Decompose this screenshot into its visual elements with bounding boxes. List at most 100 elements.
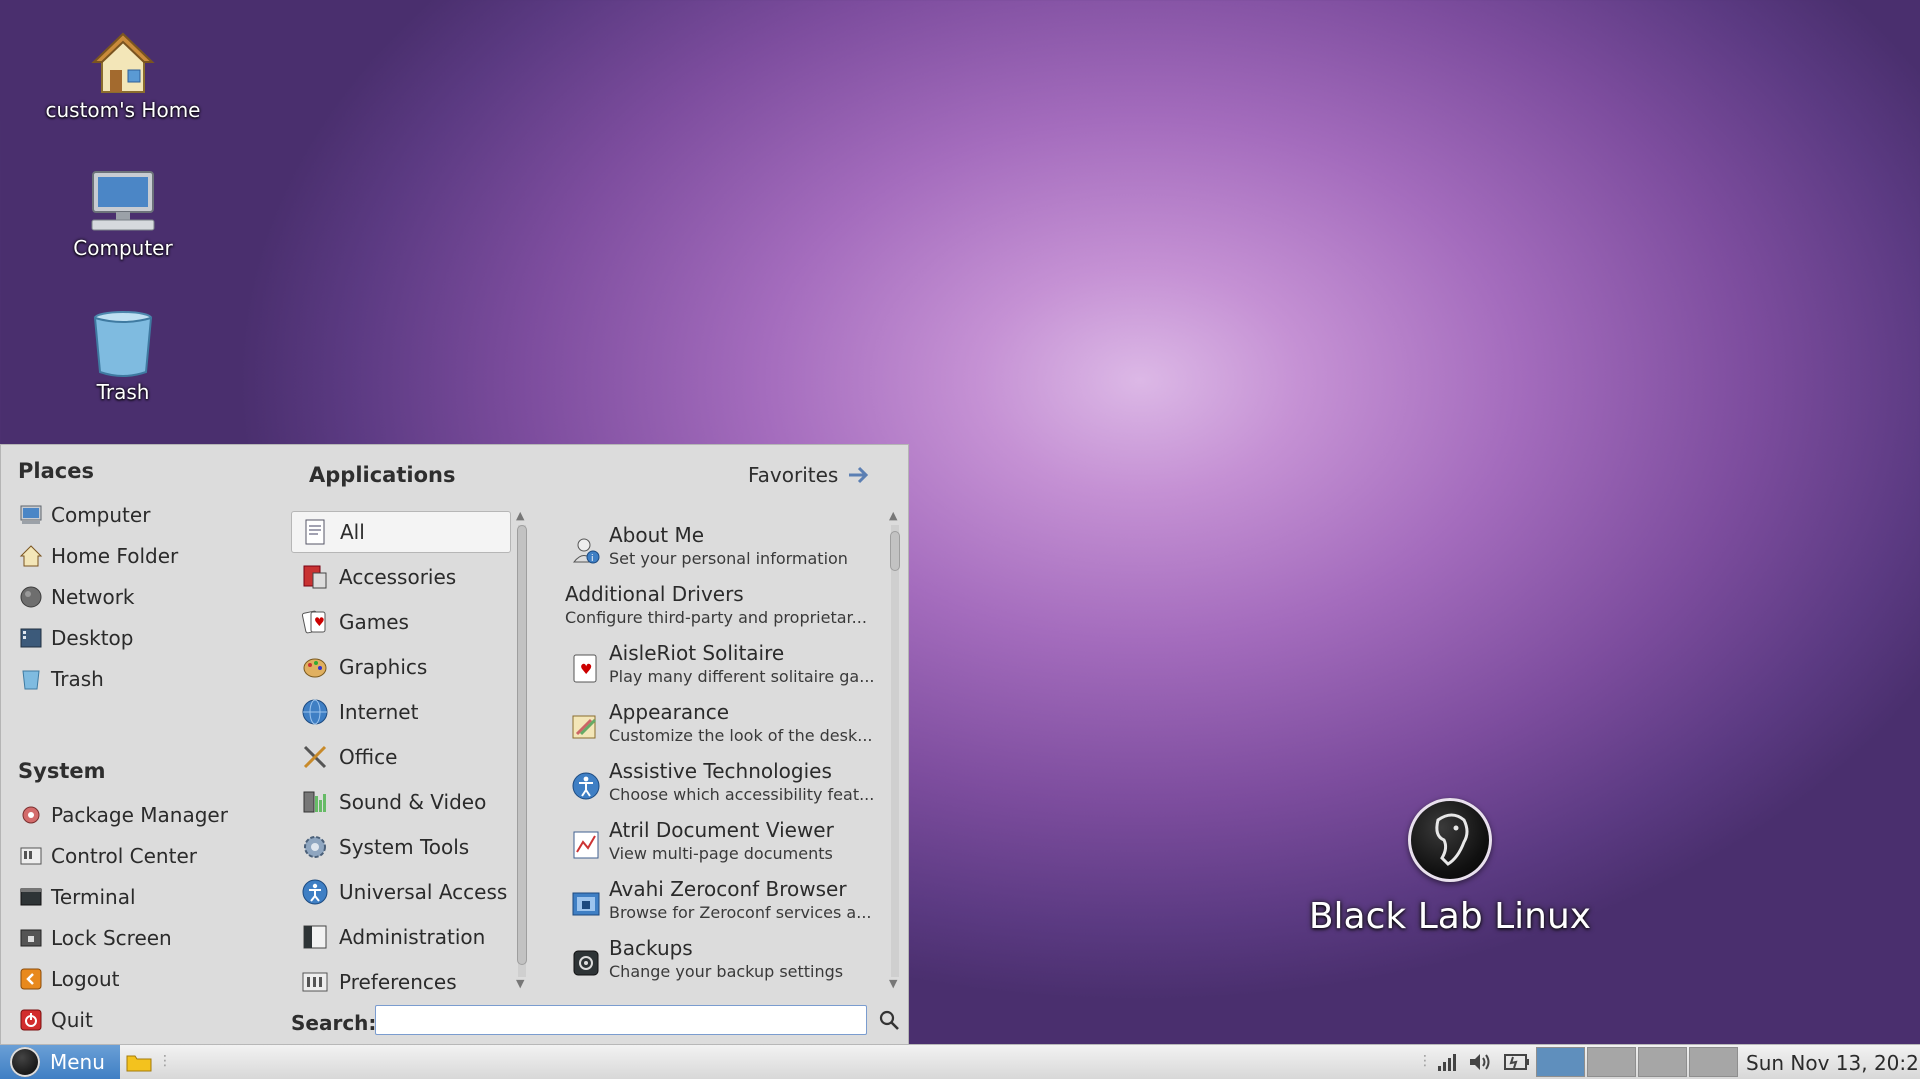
network-icon [20, 586, 42, 608]
all-icon [305, 519, 325, 545]
computer-icon [91, 171, 155, 231]
terminal-icon [20, 888, 42, 906]
category-scrollbar[interactable]: ▲ ▼ [515, 509, 529, 993]
scroll-up-icon[interactable]: ▲ [889, 509, 897, 522]
app-item-about-me[interactable]: i About Me Set your personal information [565, 523, 885, 579]
apps-scrollbar[interactable]: ▲ ▼ [888, 509, 902, 993]
category-sound-video[interactable]: Sound & Video [291, 781, 511, 823]
quit-icon [20, 1009, 42, 1031]
places-item-computer[interactable]: Computer [19, 497, 150, 533]
package-manager-icon [22, 806, 40, 824]
graphics-icon [303, 658, 327, 678]
menu-button[interactable]: Menu [0, 1045, 120, 1079]
system-item-package-manager[interactable]: Package Manager [19, 797, 228, 833]
app-item-atril-document-viewer[interactable]: Atril Document Viewer View multi-page do… [565, 818, 885, 874]
lock-screen-icon [20, 929, 42, 947]
system-item-lock-screen[interactable]: Lock Screen [19, 920, 172, 956]
search-input[interactable] [375, 1005, 867, 1035]
administration-icon [303, 925, 327, 949]
scrollbar-thumb[interactable] [517, 525, 527, 965]
svg-text:♥: ♥ [314, 615, 325, 629]
logout-icon [20, 968, 42, 990]
system-title: System [18, 759, 106, 783]
desktop-icon-label: Trash [96, 380, 150, 404]
desktop-icon-home[interactable]: custom's Home [33, 30, 213, 122]
category-administration[interactable]: Administration [291, 916, 511, 958]
app-item-avahi-zeroconf-browser[interactable]: Avahi Zeroconf Browser Browse for Zeroco… [565, 877, 885, 933]
workspace-3[interactable] [1638, 1047, 1687, 1077]
trash-icon [93, 311, 153, 377]
workspace-4[interactable] [1689, 1047, 1738, 1077]
black-lab-logo-icon [1408, 798, 1492, 882]
category-internet[interactable]: Internet [291, 691, 511, 733]
sound-video-icon [303, 791, 326, 813]
scroll-down-icon[interactable]: ▼ [516, 977, 524, 990]
document-viewer-icon [573, 831, 599, 859]
menu-logo-icon [10, 1047, 40, 1077]
home-folder-icon [19, 545, 43, 567]
accessibility-icon [572, 772, 600, 800]
workspace-2[interactable] [1587, 1047, 1636, 1077]
battery-icon[interactable] [1504, 1053, 1530, 1071]
search-label: Search: [291, 1011, 377, 1035]
category-universal-access[interactable]: Universal Access [291, 871, 511, 913]
volume-icon[interactable] [1468, 1051, 1492, 1073]
places-title: Places [18, 459, 94, 483]
trash-icon [22, 670, 40, 690]
app-item-backups[interactable]: Backups Change your backup settings [565, 936, 885, 992]
launcher-handle: ⋮ [158, 1053, 172, 1069]
avahi-icon [572, 892, 600, 916]
category-graphics[interactable]: Graphics [291, 646, 511, 688]
folder-launcher-icon[interactable] [126, 1052, 152, 1072]
category-all[interactable]: All [291, 511, 511, 553]
control-center-icon [20, 847, 42, 865]
applications-title: Applications [309, 463, 456, 487]
taskbar: Menu ⋮ ⋮ Sun Nov 13, 20:28 [0, 1044, 1920, 1079]
appearance-icon [572, 715, 597, 739]
system-item-control-center[interactable]: Control Center [19, 838, 197, 874]
system-item-quit[interactable]: Quit [19, 1002, 93, 1038]
desktop-icon-trash[interactable]: Trash [33, 310, 213, 404]
about-me-icon: i [572, 538, 600, 564]
brand-logo: Black Lab Linux [1300, 798, 1600, 937]
category-games[interactable]: ♥ Games [291, 601, 511, 643]
tray-handle: ⋮ [1418, 1053, 1432, 1069]
scroll-up-icon[interactable]: ▲ [516, 509, 524, 522]
category-preferences[interactable]: Preferences [291, 961, 511, 1003]
workspace-1[interactable] [1536, 1047, 1585, 1077]
scroll-down-icon[interactable]: ▼ [889, 977, 897, 990]
category-system-tools[interactable]: System Tools [291, 826, 511, 868]
category-office[interactable]: Office [291, 736, 511, 778]
backups-icon [573, 950, 599, 976]
app-item-assistive-technologies[interactable]: Assistive Technologies Choose which acce… [565, 759, 885, 815]
category-list: All Accessories ♥ Games Graphics Interne… [289, 507, 514, 999]
favorites-button[interactable]: Favorites [748, 463, 872, 487]
places-item-desktop[interactable]: Desktop [19, 620, 133, 656]
app-item-appearance[interactable]: Appearance Customize the look of the des… [565, 700, 885, 756]
svg-text:i: i [591, 554, 594, 564]
solitaire-icon: ♥ [573, 654, 597, 683]
app-item-additional-drivers[interactable]: Additional Drivers Configure third-party… [565, 582, 885, 638]
system-tools-icon [304, 836, 326, 858]
desktop-icon-computer[interactable]: Computer [33, 170, 213, 260]
clock[interactable]: Sun Nov 13, 20:28 [1746, 1051, 1920, 1075]
places-item-home-folder[interactable]: Home Folder [19, 538, 178, 574]
system-item-terminal[interactable]: Terminal [19, 879, 136, 915]
svg-text:♥: ♥ [580, 662, 593, 678]
office-icon [303, 745, 327, 769]
system-item-logout[interactable]: Logout [19, 961, 119, 997]
scrollbar-thumb[interactable] [890, 531, 900, 571]
home-icon [91, 32, 155, 93]
accessories-icon [303, 565, 327, 589]
games-icon: ♥ [301, 610, 326, 634]
places-item-network[interactable]: Network [19, 579, 135, 615]
network-signal-icon[interactable] [1436, 1051, 1458, 1073]
desktop-icon-label: Computer [73, 236, 173, 260]
brand-name: Black Lab Linux [1308, 896, 1592, 937]
computer-icon [20, 505, 42, 524]
places-item-trash[interactable]: Trash [19, 661, 104, 697]
app-item-aisleriot-solitaire[interactable]: ♥ AisleRiot Solitaire Play many differen… [565, 641, 885, 697]
desktop-icon-label: custom's Home [45, 98, 201, 122]
search-icon[interactable] [877, 1008, 901, 1032]
category-accessories[interactable]: Accessories [291, 556, 511, 598]
